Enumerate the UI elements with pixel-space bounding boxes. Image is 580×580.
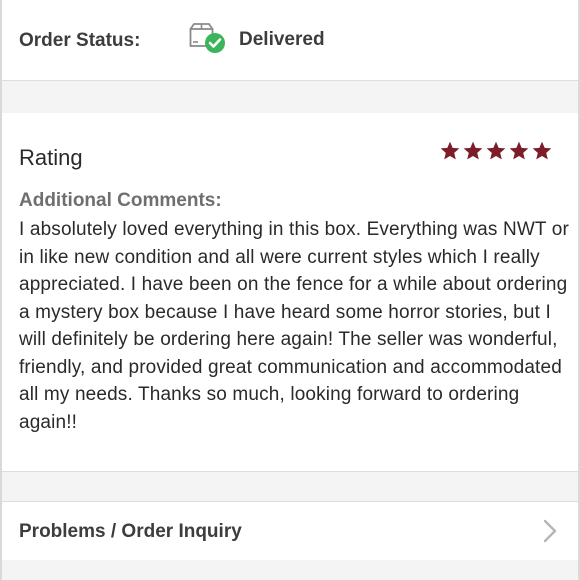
- additional-comments-text: I absolutely loved everything in this bo…: [19, 219, 569, 433]
- rating-title: Rating: [19, 145, 83, 170]
- order-status-value: Delivered: [239, 29, 325, 50]
- order-status-label: Order Status:: [19, 30, 141, 51]
- star-icon: [486, 141, 506, 160]
- section-divider: [2, 560, 578, 580]
- order-detail-screen: Order Status: Delivered Rating Additiona…: [0, 0, 580, 580]
- additional-comments-label: Additional Comments:: [19, 190, 222, 211]
- rating-card: Rating Additional Comments: I absolutely…: [2, 113, 578, 471]
- section-divider: [2, 471, 578, 502]
- star-icon: [509, 141, 529, 160]
- order-status-row: Order Status: Delivered: [2, 0, 578, 81]
- star-rating: [439, 140, 553, 162]
- section-divider: [2, 81, 578, 113]
- chevron-right-icon: [542, 518, 558, 544]
- star-icon: [463, 141, 483, 160]
- problems-order-inquiry-label: Problems / Order Inquiry: [19, 521, 242, 542]
- star-icon: [440, 141, 460, 160]
- problems-order-inquiry-link[interactable]: Problems / Order Inquiry: [2, 501, 578, 561]
- star-icon: [532, 141, 552, 160]
- package-delivered-check-icon: [189, 22, 227, 56]
